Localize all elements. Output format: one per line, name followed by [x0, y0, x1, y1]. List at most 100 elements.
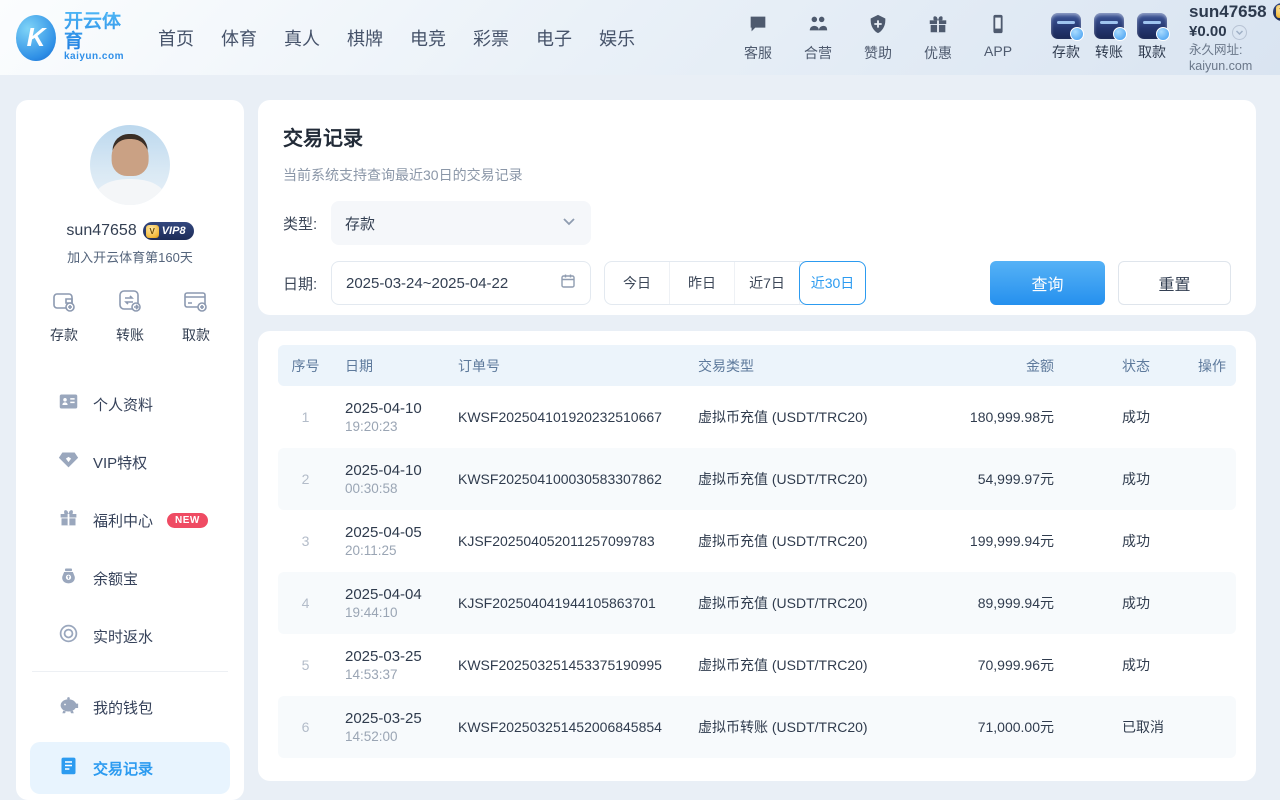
row-type: 虚拟币转账 (USDT/TRC20) [698, 696, 910, 758]
sponsor-button[interactable]: 赞助 [855, 13, 901, 63]
row-order-no: KJSF202504041944105863701 [458, 572, 698, 634]
sidebar-item-label: 交易记录 [93, 758, 153, 779]
col-status: 状态 [1058, 345, 1170, 386]
row-date: 2025-03-2514:52:00 [333, 696, 458, 758]
transfer-button[interactable]: 转账 [1094, 13, 1124, 62]
sidebar-item-welfare[interactable]: 福利中心 NEW [16, 491, 244, 549]
col-amount: 金额 [910, 345, 1058, 386]
row-no: 2 [278, 448, 333, 510]
table-row: 4 2025-04-0419:44:10 KJSF202504041944105… [278, 572, 1236, 634]
logo-k-icon: K [16, 15, 56, 61]
col-date: 日期 [333, 345, 458, 386]
vip-shield-icon: V [1276, 5, 1280, 18]
profile-avatar[interactable] [90, 125, 170, 205]
app-label: APP [984, 43, 1012, 59]
row-order-no: KWSF202503251452006845854 [458, 696, 698, 758]
sidebar-transfer-button[interactable]: 转账 [116, 288, 144, 345]
row-amount: 71,000.00元 [910, 696, 1058, 758]
chat-icon [747, 13, 769, 40]
id-card-icon [58, 391, 79, 417]
row-time-value: 20:11:25 [345, 543, 458, 558]
table-row: 2 2025-04-1000:30:58 KWSF202504100030583… [278, 448, 1236, 510]
gift-icon [58, 507, 79, 533]
row-date-value: 2025-04-10 [345, 462, 458, 479]
avatar-photo [90, 125, 170, 205]
shield-plus-icon [867, 13, 889, 40]
sidebar-item-profile[interactable]: 个人资料 [16, 375, 244, 433]
table-row: 3 2025-04-0520:11:25 KJSF202504052011257… [278, 510, 1236, 572]
date-label: 日期: [283, 273, 331, 294]
row-date: 2025-03-2514:53:37 [333, 634, 458, 696]
sidebar-item-wallet[interactable]: 我的钱包 [16, 678, 244, 736]
nav-live[interactable]: 真人 [284, 25, 320, 51]
vip-badge: V VIP8 [1273, 3, 1280, 21]
table-row: 6 2025-03-2514:52:00 KWSF202503251452006… [278, 696, 1236, 758]
brand-logo[interactable]: K 开云体育 kaiyun.com [16, 12, 130, 62]
range-7days[interactable]: 近7日 [735, 262, 800, 304]
nav-chess[interactable]: 棋牌 [347, 25, 383, 51]
sidebar-vip-badge: V VIP8 [143, 222, 194, 240]
sidebar-deposit-button[interactable]: 存款 [50, 288, 78, 345]
permanent-url: 永久网址: kaiyun.com [1189, 43, 1280, 74]
row-no: 4 [278, 572, 333, 634]
sidebar-item-yuebao[interactable]: 余额宝 [16, 549, 244, 607]
balance-dropdown-icon[interactable] [1232, 25, 1247, 40]
row-time-value: 19:20:23 [345, 419, 458, 434]
nav-home[interactable]: 首页 [158, 25, 194, 51]
page-subtitle: 当前系统支持查询最近30日的交易记录 [283, 165, 1231, 185]
row-type: 虚拟币充值 (USDT/TRC20) [698, 572, 910, 634]
sidebar-item-label: 实时返水 [93, 626, 153, 647]
nav-slots[interactable]: 电子 [536, 25, 572, 51]
withdraw-button[interactable]: 取款 [1137, 13, 1167, 62]
range-today[interactable]: 今日 [605, 262, 670, 304]
row-type: 虚拟币充值 (USDT/TRC20) [698, 448, 910, 510]
range-30days[interactable]: 近30日 [799, 261, 866, 305]
withdraw-3d-icon [1137, 13, 1167, 39]
nav-esports[interactable]: 电竞 [410, 25, 446, 51]
col-action: 操作 [1170, 345, 1236, 386]
col-order: 订单号 [458, 345, 698, 386]
promo-button[interactable]: 优惠 [915, 13, 961, 63]
type-select[interactable]: 存款 [331, 201, 591, 245]
nav-entertainment[interactable]: 娱乐 [599, 25, 635, 51]
sidebar-item-vip[interactable]: VIP特权 [16, 433, 244, 491]
brand-name: 开云体育 [64, 12, 130, 52]
partnership-button[interactable]: 合营 [795, 13, 841, 63]
row-no: 6 [278, 696, 333, 758]
nav-sports[interactable]: 体育 [221, 25, 257, 51]
row-action [1170, 510, 1236, 572]
nav-lottery[interactable]: 彩票 [473, 25, 509, 51]
new-badge: NEW [167, 513, 208, 528]
sidebar-transfer-label: 转账 [116, 325, 144, 345]
row-no: 1 [278, 386, 333, 448]
sidebar-item-transactions[interactable]: 交易记录 [30, 742, 230, 794]
chevron-down-icon [561, 213, 577, 234]
row-action [1170, 634, 1236, 696]
sidebar-withdraw-button[interactable]: 取款 [182, 288, 210, 345]
top-header: K 开云体育 kaiyun.com 首页 体育 真人 棋牌 电竞 彩票 电子 娱… [0, 0, 1280, 75]
row-status: 已取消 [1058, 696, 1170, 758]
row-type: 虚拟币充值 (USDT/TRC20) [698, 510, 910, 572]
row-amount: 199,999.94元 [910, 510, 1058, 572]
row-order-no: KJSF202504052011257099783 [458, 510, 698, 572]
row-status: 成功 [1058, 634, 1170, 696]
piggy-bank-icon [58, 694, 79, 720]
table-header-row: 序号 日期 订单号 交易类型 金额 状态 操作 [278, 345, 1236, 386]
row-order-no: KWSF202504100030583307862 [458, 448, 698, 510]
reset-button[interactable]: 重置 [1118, 261, 1231, 305]
sidebar-item-label: VIP特权 [93, 452, 147, 473]
transfer-3d-icon [1094, 13, 1124, 39]
range-yesterday[interactable]: 昨日 [670, 262, 735, 304]
row-order-no: KWSF202503251453375190995 [458, 634, 698, 696]
sidebar-item-rebate[interactable]: 实时返水 [16, 607, 244, 665]
row-date: 2025-04-0520:11:25 [333, 510, 458, 572]
search-button[interactable]: 查询 [990, 261, 1105, 305]
deposit-button[interactable]: 存款 [1051, 13, 1081, 62]
row-action [1170, 448, 1236, 510]
table-row: 5 2025-03-2514:53:37 KWSF202503251453375… [278, 634, 1236, 696]
service-button[interactable]: 客服 [735, 13, 781, 63]
app-button[interactable]: APP [975, 13, 1021, 63]
date-range-input[interactable]: 2025-03-24~2025-04-22 [331, 261, 591, 305]
type-select-value: 存款 [345, 213, 561, 234]
row-amount: 54,999.97元 [910, 448, 1058, 510]
